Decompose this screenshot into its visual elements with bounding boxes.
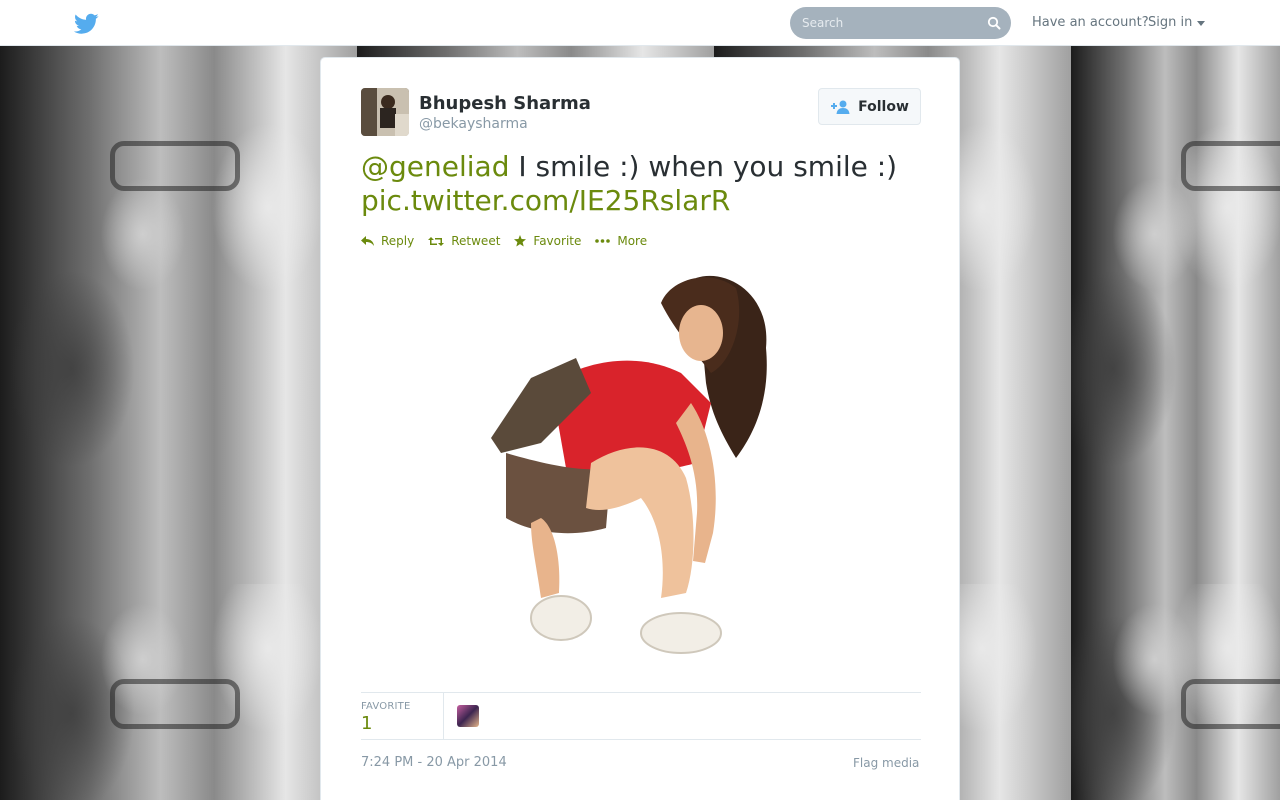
tweet-text: @geneliad I smile :) when you smile :) p… [361, 150, 921, 218]
follow-label: Follow [858, 98, 909, 115]
tweet-actions: Reply Retweet Favorite More [361, 234, 661, 248]
favoriter-avatar[interactable] [457, 705, 479, 727]
avatar-photo-icon [361, 88, 409, 136]
tweet-timestamp[interactable]: 7:24 PM - 20 Apr 2014 [361, 755, 507, 770]
more-dots-icon [595, 239, 611, 243]
tweet-card: Bhupesh Sharma @bekaysharma Follow @gene… [320, 57, 960, 800]
more-label: More [617, 234, 648, 248]
background-tile [1071, 46, 1280, 584]
account-prompt: Have an account? [1032, 15, 1149, 30]
favorite-action[interactable]: Favorite [514, 234, 581, 248]
sign-in-dropdown[interactable]: Sign in [1148, 15, 1206, 30]
pic-link[interactable]: pic.twitter.com/IE25RslarR [361, 184, 730, 217]
author-handle[interactable]: @bekaysharma [419, 116, 528, 132]
search-icon[interactable] [987, 16, 1001, 30]
add-user-icon [831, 100, 850, 114]
retweet-action[interactable]: Retweet [428, 234, 500, 248]
follow-button[interactable]: Follow [818, 88, 921, 125]
author-name[interactable]: Bhupesh Sharma [419, 93, 591, 114]
reply-icon [361, 235, 374, 246]
tweet-media-photo[interactable] [481, 263, 781, 668]
caret-down-icon [1197, 21, 1206, 26]
favorite-stat-count: 1 [361, 713, 373, 734]
background-tile [1071, 584, 1280, 800]
tweet-body: I smile :) when you smile :) [509, 150, 898, 183]
background-tile [0, 46, 357, 584]
retweet-icon [428, 236, 445, 246]
reply-label: Reply [381, 234, 415, 248]
retweet-label: Retweet [451, 234, 501, 248]
twitter-bird-icon[interactable] [74, 13, 99, 35]
search-box[interactable] [790, 7, 1011, 39]
flag-media-link[interactable]: Flag media [853, 756, 919, 770]
reply-action[interactable]: Reply [361, 234, 414, 248]
favorite-stat-label: FAVORITE [361, 701, 411, 712]
star-icon [514, 235, 527, 247]
search-input[interactable] [802, 16, 972, 30]
mention-link[interactable]: @geneliad [361, 150, 509, 183]
top-navigation-bar: Have an account? Sign in [0, 0, 1280, 46]
sign-in-label: Sign in [1148, 15, 1193, 30]
more-action[interactable]: More [595, 234, 647, 248]
favorite-stat[interactable]: FAVORITE 1 [361, 693, 444, 739]
background-tile [0, 584, 357, 800]
tweet-stats: FAVORITE 1 [361, 692, 921, 740]
author-avatar[interactable] [361, 88, 409, 136]
favorite-label: Favorite [533, 234, 582, 248]
